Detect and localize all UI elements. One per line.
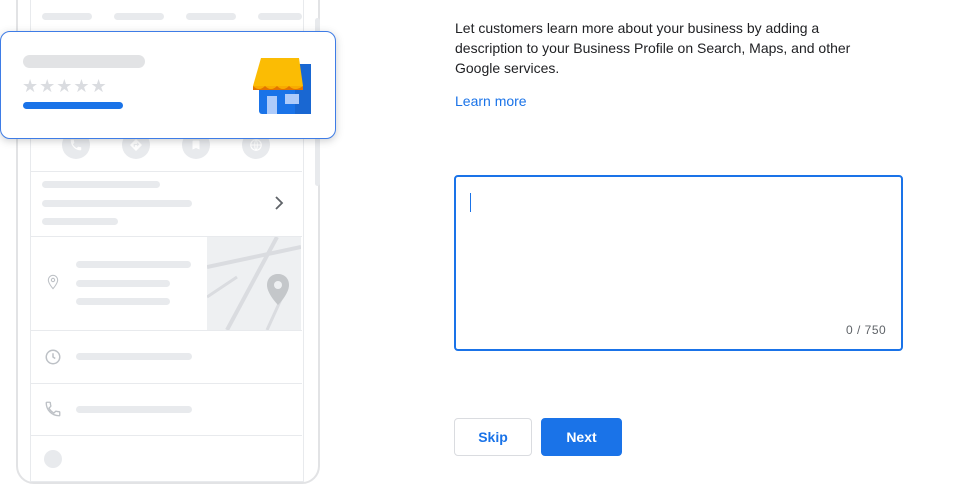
character-counter: 0 / 750 — [846, 323, 887, 337]
divider — [31, 171, 302, 172]
divider — [31, 383, 302, 384]
placeholder-line — [76, 261, 191, 268]
placeholder-line — [76, 353, 192, 360]
rating-stars: ★★★★★ — [22, 76, 108, 96]
business-description-textarea[interactable] — [454, 175, 903, 351]
globe-icon — [44, 450, 62, 468]
clock-icon — [44, 348, 62, 371]
placeholder-line — [76, 406, 192, 413]
location-pin-icon — [45, 273, 61, 296]
placeholder-line — [42, 181, 160, 188]
storefront-icon — [251, 56, 313, 121]
placeholder-line — [258, 13, 302, 20]
placeholder-line — [114, 13, 164, 20]
map-thumbnail — [207, 237, 301, 330]
divider — [31, 435, 302, 436]
text-cursor — [470, 193, 471, 212]
skip-button[interactable]: Skip — [454, 418, 532, 456]
highlight-bar — [23, 102, 123, 109]
placeholder-line — [186, 13, 236, 20]
phone-icon — [44, 400, 62, 423]
placeholder-line — [42, 13, 92, 20]
divider — [31, 330, 302, 331]
chevron-right-icon — [273, 196, 285, 215]
placeholder-line — [76, 280, 170, 287]
learn-more-link[interactable]: Learn more — [455, 93, 527, 109]
description-instructions: Let customers learn more about your busi… — [455, 20, 851, 76]
placeholder-line — [76, 298, 170, 305]
placeholder-line — [42, 218, 118, 225]
placeholder-line — [42, 200, 192, 207]
next-button[interactable]: Next — [541, 418, 622, 456]
business-name-placeholder — [23, 55, 145, 68]
